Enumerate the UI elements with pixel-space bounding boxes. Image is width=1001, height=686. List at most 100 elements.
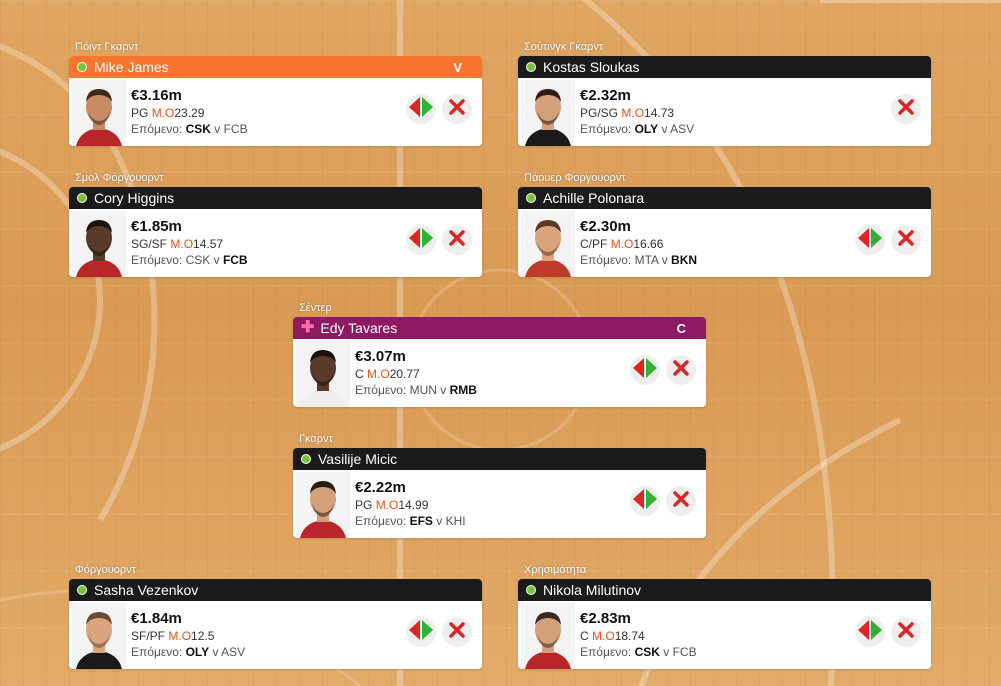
average-label: M.O xyxy=(610,237,634,251)
player-name[interactable]: Kostas Sloukas xyxy=(543,59,640,75)
away-team: KHI xyxy=(445,514,466,528)
player-position-code: PG/SG xyxy=(580,106,619,120)
player-card-header[interactable]: Sasha Vezenkov xyxy=(69,579,482,601)
remove-x-icon xyxy=(897,98,915,121)
player-position-code: PG xyxy=(131,106,149,120)
average-value: 14.73 xyxy=(644,106,675,120)
remove-button[interactable] xyxy=(442,94,472,124)
player-slot: Σέντερ ✚ Edy Tavares C €3.07m C M.O20.77 Επόμ… xyxy=(293,301,706,407)
player-stats-line: C/PF M.O16.66 xyxy=(580,236,697,252)
next-match-line: Επόμενο: CSK v FCB xyxy=(131,122,248,136)
player-card[interactable]: ✚ Edy Tavares C €3.07m C M.O20.77 Επόμενο: M… xyxy=(293,317,706,407)
home-team: MUN xyxy=(409,383,437,397)
home-team: EFS xyxy=(409,514,433,528)
player-name[interactable]: Edy Tavares xyxy=(320,320,397,336)
average-value: 20.77 xyxy=(389,367,420,381)
remove-button[interactable] xyxy=(666,355,696,385)
average-value: 23.29 xyxy=(174,106,205,120)
next-match-line: Επόμενο: EFS v KHI xyxy=(355,514,466,528)
player-name[interactable]: Sasha Vezenkov xyxy=(94,582,198,598)
player-card-header[interactable]: Achille Polonara xyxy=(518,187,931,209)
player-actions xyxy=(406,225,472,255)
swap-button[interactable] xyxy=(406,225,436,255)
player-info: €2.32m PG/SG M.O14.73 Επόμενο: OLY v ASV xyxy=(580,87,694,137)
position-label: Πάουερ Φοργουορντ xyxy=(524,172,626,184)
remove-button[interactable] xyxy=(891,617,921,647)
player-slot: Χρησιμότητα Nikola Milutinov €2.83m C M.O1… xyxy=(518,563,931,669)
swap-button[interactable] xyxy=(630,486,660,516)
home-team: MTA xyxy=(634,253,659,267)
player-card-header[interactable]: Mike James V xyxy=(69,56,482,78)
player-photo xyxy=(521,80,575,146)
player-name[interactable]: Mike James xyxy=(94,59,169,75)
average-value: 18.74 xyxy=(614,629,645,643)
player-card-header[interactable]: Cory Higgins xyxy=(69,187,482,209)
swap-button[interactable] xyxy=(855,617,885,647)
player-card-header[interactable]: Kostas Sloukas xyxy=(518,56,931,78)
next-label: Επόμενο: xyxy=(580,122,632,136)
remove-button[interactable] xyxy=(666,486,696,516)
player-position-code: PG xyxy=(355,498,373,512)
remove-button[interactable] xyxy=(442,225,472,255)
average-value: 14.57 xyxy=(193,237,224,251)
swap-button[interactable] xyxy=(406,94,436,124)
player-card-header[interactable]: Vasilije Micic xyxy=(293,448,706,470)
swap-arrows-icon xyxy=(632,488,658,515)
player-position-code: C xyxy=(355,367,364,381)
player-price: €2.22m xyxy=(355,479,406,496)
player-actions xyxy=(855,225,921,255)
player-name[interactable]: Achille Polonara xyxy=(543,190,644,206)
player-card-body: €2.30m C/PF M.O16.66 Επόμενο: MTA v BKN xyxy=(518,209,931,277)
player-price: €1.84m xyxy=(131,610,182,627)
player-name[interactable]: Vasilije Micic xyxy=(318,451,397,467)
player-info: €2.83m C M.O18.74 Επόμενο: CSK v FCB xyxy=(580,610,697,660)
next-label: Επόμενο: xyxy=(131,645,183,659)
player-stats-line: SG/SF M.O14.57 xyxy=(131,236,248,252)
player-card[interactable]: Mike James V €3.16m PG M.O23.29 Επόμενο: CS… xyxy=(69,56,482,146)
player-card[interactable]: Kostas Sloukas €2.32m PG/SG M.O14.73 Επόμε… xyxy=(518,56,931,146)
player-price: €3.16m xyxy=(131,87,182,104)
swap-button[interactable] xyxy=(855,225,885,255)
status-dot-icon xyxy=(526,62,536,72)
player-position-code: C/PF xyxy=(580,237,608,251)
average-label: M.O xyxy=(375,498,399,512)
swap-button[interactable] xyxy=(630,355,660,385)
home-team: OLY xyxy=(634,122,659,136)
player-card[interactable]: Nikola Milutinov €2.83m C M.O18.74 Επόμενο… xyxy=(518,579,931,669)
injury-plus-icon: ✚ xyxy=(301,319,315,336)
remove-button[interactable] xyxy=(891,94,921,124)
player-actions xyxy=(855,617,921,647)
player-name[interactable]: Cory Higgins xyxy=(94,190,174,206)
remove-button[interactable] xyxy=(442,617,472,647)
player-position-code: SG/SF xyxy=(131,237,168,251)
player-photo xyxy=(72,211,126,277)
average-value: 16.66 xyxy=(633,237,664,251)
player-photo xyxy=(296,341,350,407)
player-stats-line: PG/SG M.O14.73 xyxy=(580,105,694,121)
player-card-body: €2.32m PG/SG M.O14.73 Επόμενο: OLY v ASV xyxy=(518,78,931,146)
swap-button[interactable] xyxy=(406,617,436,647)
average-label: M.O xyxy=(168,629,192,643)
player-card-header[interactable]: ✚ Edy Tavares C xyxy=(293,317,706,339)
away-team: ASV xyxy=(670,122,695,136)
player-card[interactable]: Achille Polonara €2.30m C/PF M.O16.66 Επόμ… xyxy=(518,187,931,277)
next-label: Επόμενο: xyxy=(580,253,632,267)
remove-x-icon xyxy=(672,490,690,513)
remove-button[interactable] xyxy=(891,225,921,255)
player-actions xyxy=(630,355,696,385)
player-card-header[interactable]: Nikola Milutinov xyxy=(518,579,931,601)
next-label: Επόμενο: xyxy=(355,383,407,397)
status-dot-icon xyxy=(77,62,87,72)
home-team: CSK xyxy=(185,122,211,136)
player-actions xyxy=(406,94,472,124)
status-dot-icon xyxy=(526,585,536,595)
player-name[interactable]: Nikola Milutinov xyxy=(543,582,641,598)
average-label: M.O xyxy=(151,106,175,120)
vice-captain-badge: V xyxy=(453,59,462,75)
player-card[interactable]: Cory Higgins €1.85m SG/SF M.O14.57 Επόμενο… xyxy=(69,187,482,277)
swap-arrows-icon xyxy=(857,619,883,646)
player-card[interactable]: Vasilije Micic €2.22m PG M.O14.99 Επόμενο:… xyxy=(293,448,706,538)
player-stats-line: C M.O18.74 xyxy=(580,628,697,644)
player-card-body: €2.83m C M.O18.74 Επόμενο: CSK v FCB xyxy=(518,601,931,669)
player-card[interactable]: Sasha Vezenkov €1.84m SF/PF M.O12.5 Επόμεν… xyxy=(69,579,482,669)
